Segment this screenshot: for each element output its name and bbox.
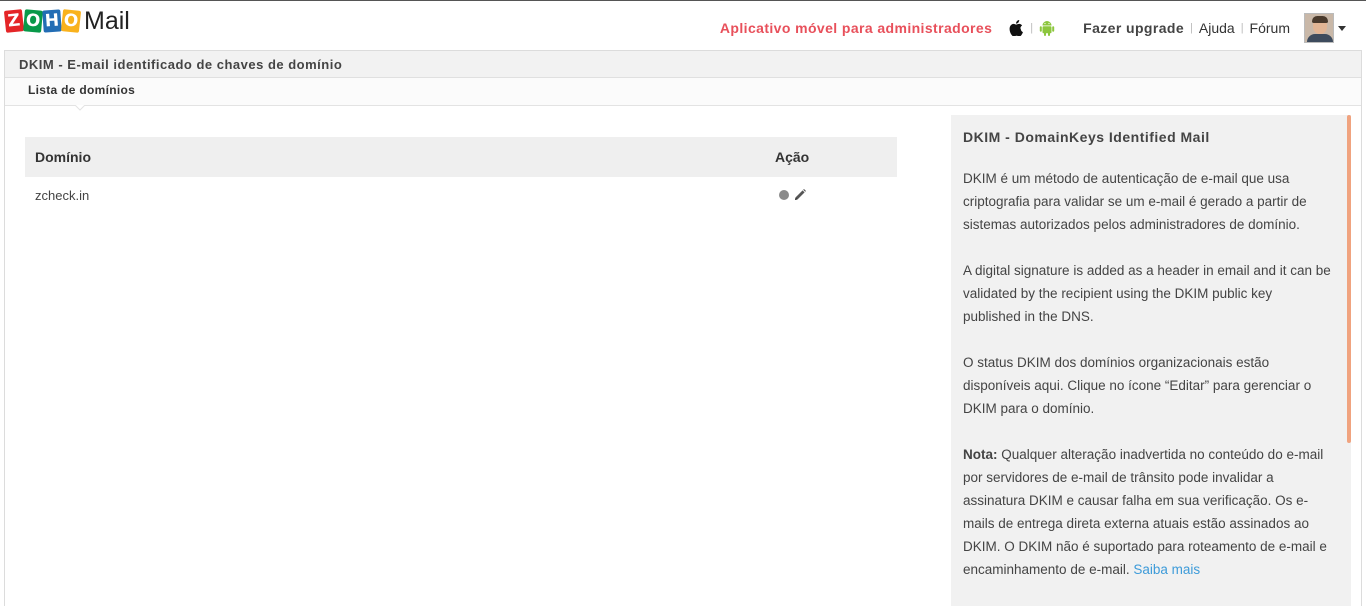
table-header: Domínio Ação (25, 137, 897, 177)
status-dot-icon (779, 190, 789, 200)
apple-icon[interactable] (1008, 19, 1024, 37)
separator: | (1030, 22, 1034, 34)
info-paragraph-2: A digital signature is added as a header… (963, 263, 1331, 324)
logo-tile-o: O (23, 9, 43, 33)
domain-cell: zcheck.in (35, 187, 90, 203)
chevron-down-icon[interactable] (1338, 25, 1346, 31)
dkim-panel: DKIM - E-mail identificado de chaves de … (4, 50, 1362, 606)
domains-table: Domínio Ação zcheck.in (25, 137, 897, 213)
user-avatar[interactable] (1304, 13, 1334, 43)
note-label: Nota: (963, 447, 998, 462)
table-row: zcheck.in (25, 177, 897, 213)
action-cell (765, 188, 807, 202)
column-header-domain: Domínio (35, 149, 91, 165)
column-header-action: Ação (775, 149, 810, 165)
dkim-info-panel: DKIM - DomainKeys Identified Mail DKIM é… (951, 115, 1351, 606)
tab-domain-list[interactable]: Lista de domínios (28, 83, 135, 97)
help-link[interactable]: Ajuda (1199, 20, 1235, 36)
separator: | (1190, 22, 1193, 34)
info-paragraph-3: O status DKIM dos domínios organizaciona… (963, 355, 1312, 416)
logo-mail-text: Mail (84, 6, 130, 35)
zoho-logo-tiles: Z O H O (3, 9, 82, 33)
learn-more-link[interactable]: Saiba mais (1133, 562, 1200, 577)
android-icon[interactable] (1039, 19, 1055, 37)
page-title: DKIM - E-mail identificado de chaves de … (5, 51, 1361, 78)
logo-tile-h: H (42, 9, 62, 33)
logo-tile-z: Z (3, 9, 25, 33)
info-note: Nota: Qualquer alteração inadvertida no … (963, 443, 1333, 581)
zoho-mail-logo[interactable]: Z O H O Mail (3, 6, 130, 36)
info-scrollbar[interactable] (1347, 115, 1351, 443)
subtab-bar: Lista de domínios (5, 78, 1361, 111)
edit-pencil-icon[interactable] (793, 188, 807, 202)
logo-tile-o: O (60, 9, 82, 33)
info-paragraph-1: DKIM é um método de autenticação de e-ma… (963, 171, 1307, 232)
mobile-admin-app-link[interactable]: Aplicativo móvel para administradores (720, 20, 992, 36)
info-title: DKIM - DomainKeys Identified Mail (963, 129, 1210, 145)
upgrade-link[interactable]: Fazer upgrade (1083, 20, 1184, 36)
note-text: Qualquer alteração inadvertida no conteú… (963, 447, 1327, 577)
header-actions: Aplicativo móvel para administradores | … (720, 13, 1346, 43)
forum-link[interactable]: Fórum (1250, 20, 1290, 36)
active-tab-pointer (75, 105, 85, 111)
top-bar: Z O H O Mail Aplicativo móvel para admin… (0, 1, 1366, 49)
separator: | (1240, 22, 1244, 34)
